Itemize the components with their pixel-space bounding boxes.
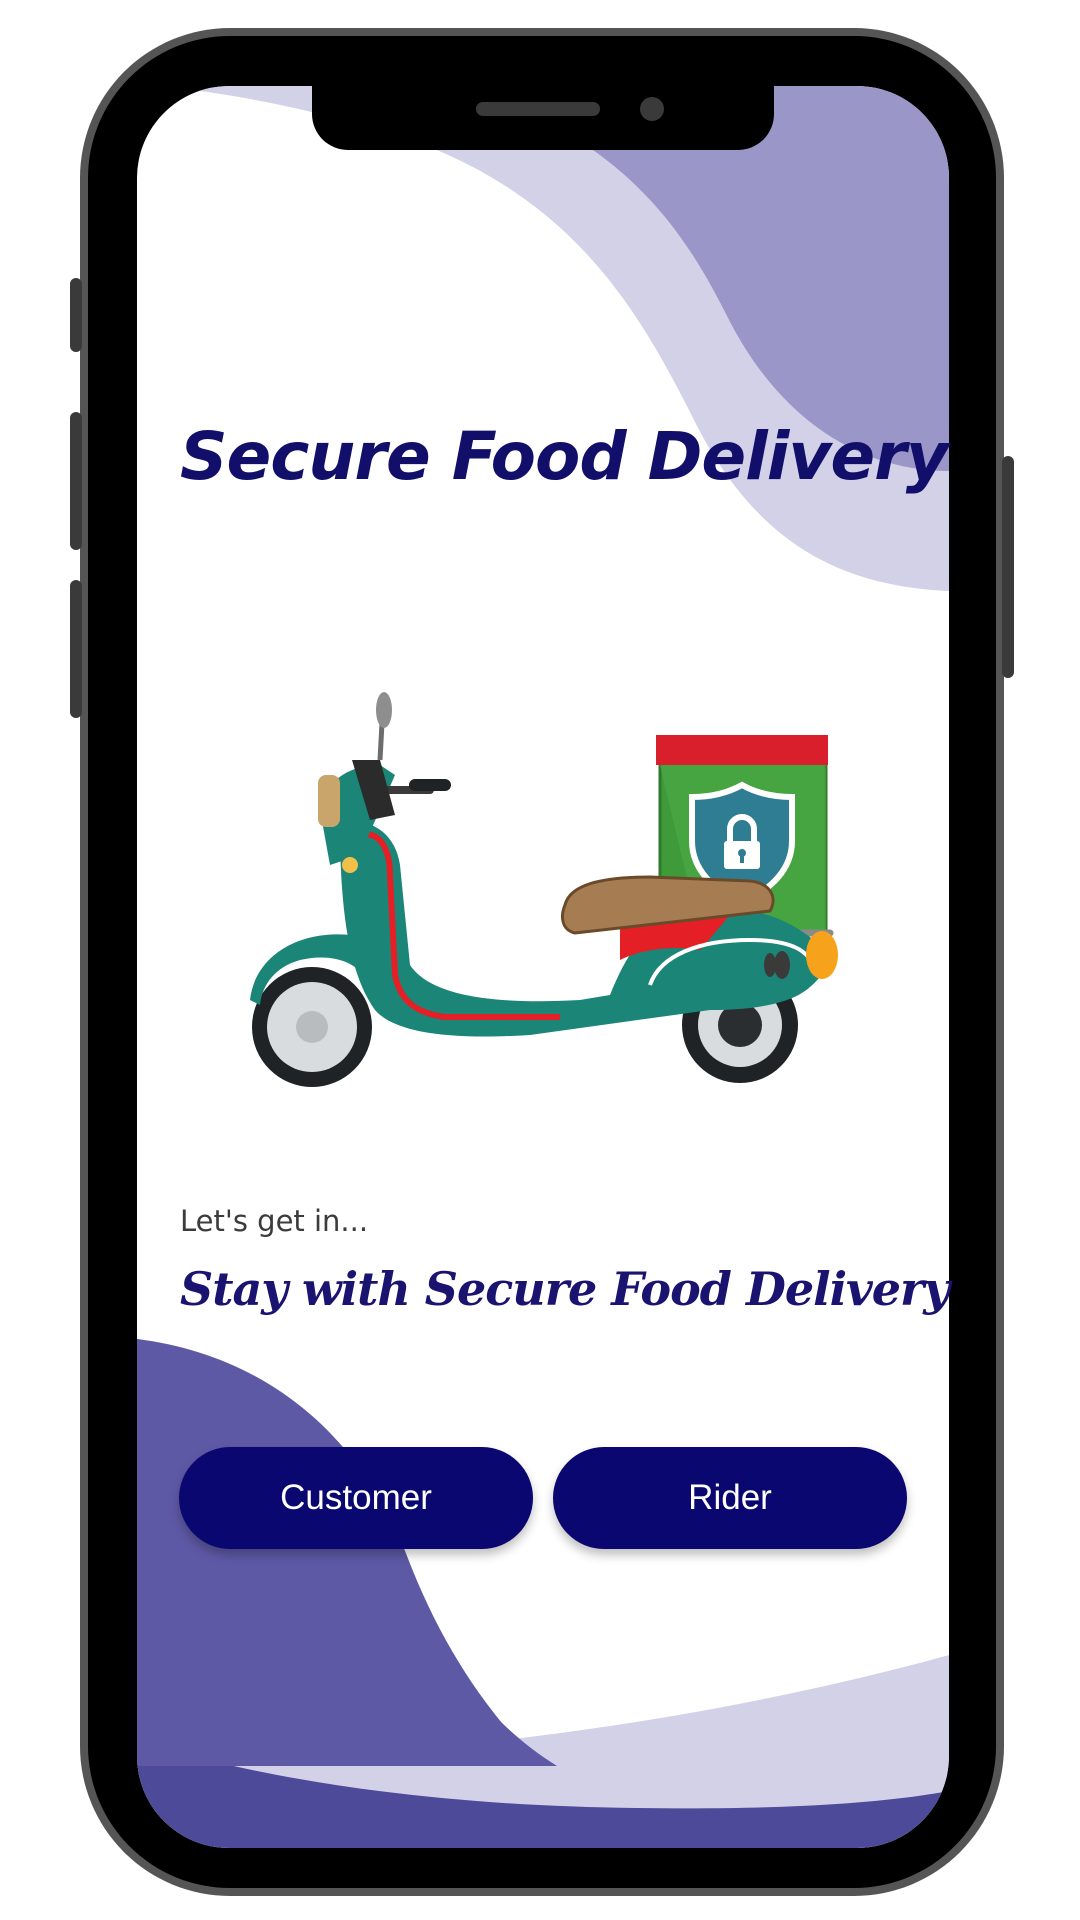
power-button [1002, 456, 1014, 678]
front-wheel [252, 967, 372, 1087]
mute-switch [70, 278, 82, 352]
volume-down-button [70, 580, 82, 718]
rider-button[interactable]: Rider [553, 1447, 907, 1549]
front-camera [640, 97, 664, 121]
scooter-illustration [250, 692, 838, 1087]
intro-text: Let's get in... [180, 1204, 369, 1238]
app-title: Secure Food Delivery [180, 418, 949, 495]
tagline-text: Stay with Secure Food Delivery [180, 1262, 950, 1316]
device-frame: Secure Food Delivery Let's get in... Sta… [0, 0, 1080, 1920]
bottom-wave-dark-front [137, 1339, 557, 1766]
earpiece-speaker [476, 102, 600, 116]
volume-up-button [70, 412, 82, 550]
customer-button[interactable]: Customer [179, 1447, 533, 1549]
notch [312, 86, 774, 150]
